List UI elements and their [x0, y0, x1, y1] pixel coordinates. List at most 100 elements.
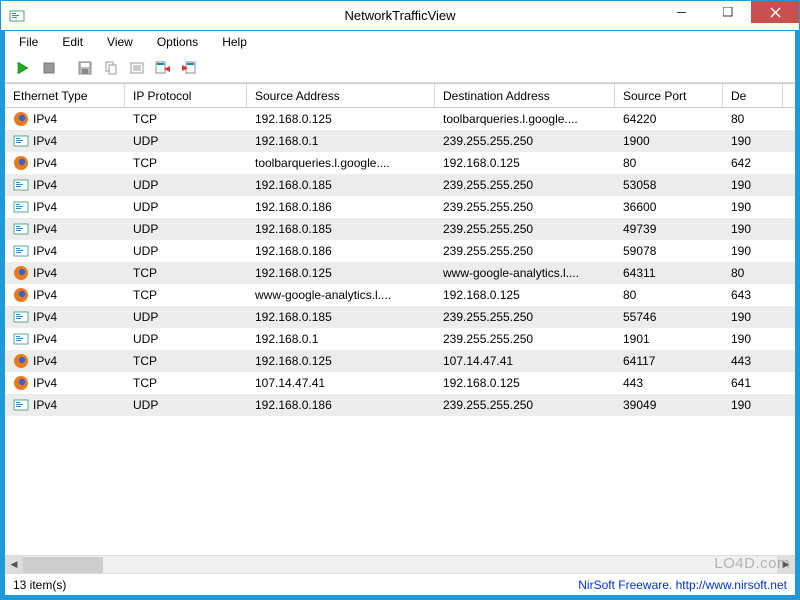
cell-ip-protocol: UDP [125, 176, 247, 194]
menu-help[interactable]: Help [212, 33, 257, 51]
cell-source-address: 192.168.0.186 [247, 198, 435, 216]
firefox-icon [13, 265, 29, 281]
cell-destination-address: 239.255.255.250 [435, 308, 615, 326]
options-button[interactable] [151, 56, 175, 80]
cell-destination-port: 80 [723, 264, 783, 282]
cell-destination-address: www-google-analytics.l.... [435, 264, 615, 282]
cell-source-address: 192.168.0.1 [247, 132, 435, 150]
column-ip-protocol[interactable]: IP Protocol [125, 84, 247, 107]
statusbar: 13 item(s) NirSoft Freeware. http://www.… [5, 573, 795, 595]
table-row[interactable]: IPv4UDP192.168.0.186239.255.255.25059078… [5, 240, 795, 262]
cell-destination-address: 239.255.255.250 [435, 396, 615, 414]
cell-destination-port: 190 [723, 308, 783, 326]
window-title: NetworkTrafficView [344, 8, 455, 23]
cell-source-address: 192.168.0.1 [247, 330, 435, 348]
menu-file[interactable]: File [9, 33, 48, 51]
app-icon [13, 243, 29, 259]
column-source-address[interactable]: Source Address [247, 84, 435, 107]
table-row[interactable]: IPv4TCPtoolbarqueries.l.google....192.16… [5, 152, 795, 174]
cell-ip-protocol: UDP [125, 330, 247, 348]
column-destination-port[interactable]: De [723, 84, 783, 107]
cell-ip-protocol: TCP [125, 352, 247, 370]
cell-source-address: toolbarqueries.l.google.... [247, 154, 435, 172]
minimize-button[interactable] [659, 1, 705, 23]
app-icon [13, 199, 29, 215]
table-row[interactable]: IPv4TCPwww-google-analytics.l....192.168… [5, 284, 795, 306]
scroll-right-button[interactable]: ▶ [777, 556, 795, 574]
cell-destination-port: 642 [723, 154, 783, 172]
cell-ethernet-type: IPv4 [5, 241, 125, 261]
cell-source-address: 192.168.0.185 [247, 176, 435, 194]
cell-destination-address: 239.255.255.250 [435, 242, 615, 260]
app-icon [9, 8, 25, 24]
cell-source-address: 192.168.0.186 [247, 396, 435, 414]
table-row[interactable]: IPv4UDP192.168.0.1239.255.255.2501901190 [5, 328, 795, 350]
cell-source-port: 64117 [615, 352, 723, 370]
cell-destination-address: 239.255.255.250 [435, 220, 615, 238]
table-row[interactable]: IPv4TCP107.14.47.41192.168.0.125443641 [5, 372, 795, 394]
table-row[interactable]: IPv4UDP192.168.0.185239.255.255.25049739… [5, 218, 795, 240]
cell-source-address: 192.168.0.185 [247, 308, 435, 326]
cell-source-address: 192.168.0.125 [247, 110, 435, 128]
close-button[interactable] [751, 1, 799, 23]
cell-ethernet-type: IPv4 [5, 395, 125, 415]
copy-button[interactable] [99, 56, 123, 80]
cell-source-port: 39049 [615, 396, 723, 414]
table-row[interactable]: IPv4UDP192.168.0.185239.255.255.25053058… [5, 174, 795, 196]
table-row[interactable]: IPv4UDP192.168.0.185239.255.255.25055746… [5, 306, 795, 328]
cell-source-address: 192.168.0.125 [247, 352, 435, 370]
table-row[interactable]: IPv4UDP192.168.0.186239.255.255.25036600… [5, 196, 795, 218]
column-ethernet-type[interactable]: Ethernet Type [5, 84, 125, 107]
cell-ethernet-type: IPv4 [5, 153, 125, 173]
table-row[interactable]: IPv4UDP192.168.0.1239.255.255.2501900190 [5, 130, 795, 152]
cell-ethernet-type: IPv4 [5, 109, 125, 129]
cell-source-port: 49739 [615, 220, 723, 238]
play-button[interactable] [11, 56, 35, 80]
cell-ip-protocol: TCP [125, 286, 247, 304]
cell-destination-port: 641 [723, 374, 783, 392]
app-icon [13, 397, 29, 413]
table-body[interactable]: IPv4TCP192.168.0.125toolbarqueries.l.goo… [5, 108, 795, 555]
scroll-track[interactable] [23, 556, 777, 574]
cell-ip-protocol: UDP [125, 132, 247, 150]
maximize-button[interactable] [705, 1, 751, 23]
horizontal-scrollbar[interactable]: ◀ ▶ [5, 555, 795, 573]
credit-link[interactable]: http://www.nirsoft.net [676, 578, 787, 592]
properties-button[interactable] [125, 56, 149, 80]
cell-source-port: 64220 [615, 110, 723, 128]
cell-ethernet-type: IPv4 [5, 131, 125, 151]
app-icon [13, 221, 29, 237]
cell-ethernet-type: IPv4 [5, 285, 125, 305]
table-row[interactable]: IPv4TCP192.168.0.125toolbarqueries.l.goo… [5, 108, 795, 130]
firefox-icon [13, 375, 29, 391]
column-destination-address[interactable]: Destination Address [435, 84, 615, 107]
menu-edit[interactable]: Edit [52, 33, 93, 51]
window-controls [659, 1, 799, 23]
menubar: File Edit View Options Help [5, 31, 795, 53]
cell-destination-address: 107.14.47.41 [435, 352, 615, 370]
stop-button[interactable] [37, 56, 61, 80]
menu-options[interactable]: Options [147, 33, 208, 51]
cell-destination-address: 239.255.255.250 [435, 176, 615, 194]
exit-button[interactable] [177, 56, 201, 80]
cell-destination-port: 80 [723, 110, 783, 128]
cell-destination-port: 190 [723, 198, 783, 216]
table-row[interactable]: IPv4TCP192.168.0.125www-google-analytics… [5, 262, 795, 284]
column-source-port[interactable]: Source Port [615, 84, 723, 107]
table-row[interactable]: IPv4UDP192.168.0.186239.255.255.25039049… [5, 394, 795, 416]
cell-source-port: 1900 [615, 132, 723, 150]
cell-source-port: 80 [615, 154, 723, 172]
table-row[interactable]: IPv4TCP192.168.0.125107.14.47.4164117443 [5, 350, 795, 372]
cell-destination-address: 239.255.255.250 [435, 330, 615, 348]
app-icon [13, 331, 29, 347]
firefox-icon [13, 111, 29, 127]
cell-source-port: 53058 [615, 176, 723, 194]
cell-destination-port: 643 [723, 286, 783, 304]
scroll-thumb[interactable] [23, 557, 103, 573]
scroll-left-button[interactable]: ◀ [5, 556, 23, 574]
cell-ip-protocol: TCP [125, 110, 247, 128]
cell-source-port: 36600 [615, 198, 723, 216]
save-button[interactable] [73, 56, 97, 80]
menu-view[interactable]: View [97, 33, 143, 51]
titlebar[interactable]: NetworkTrafficView [1, 1, 799, 31]
